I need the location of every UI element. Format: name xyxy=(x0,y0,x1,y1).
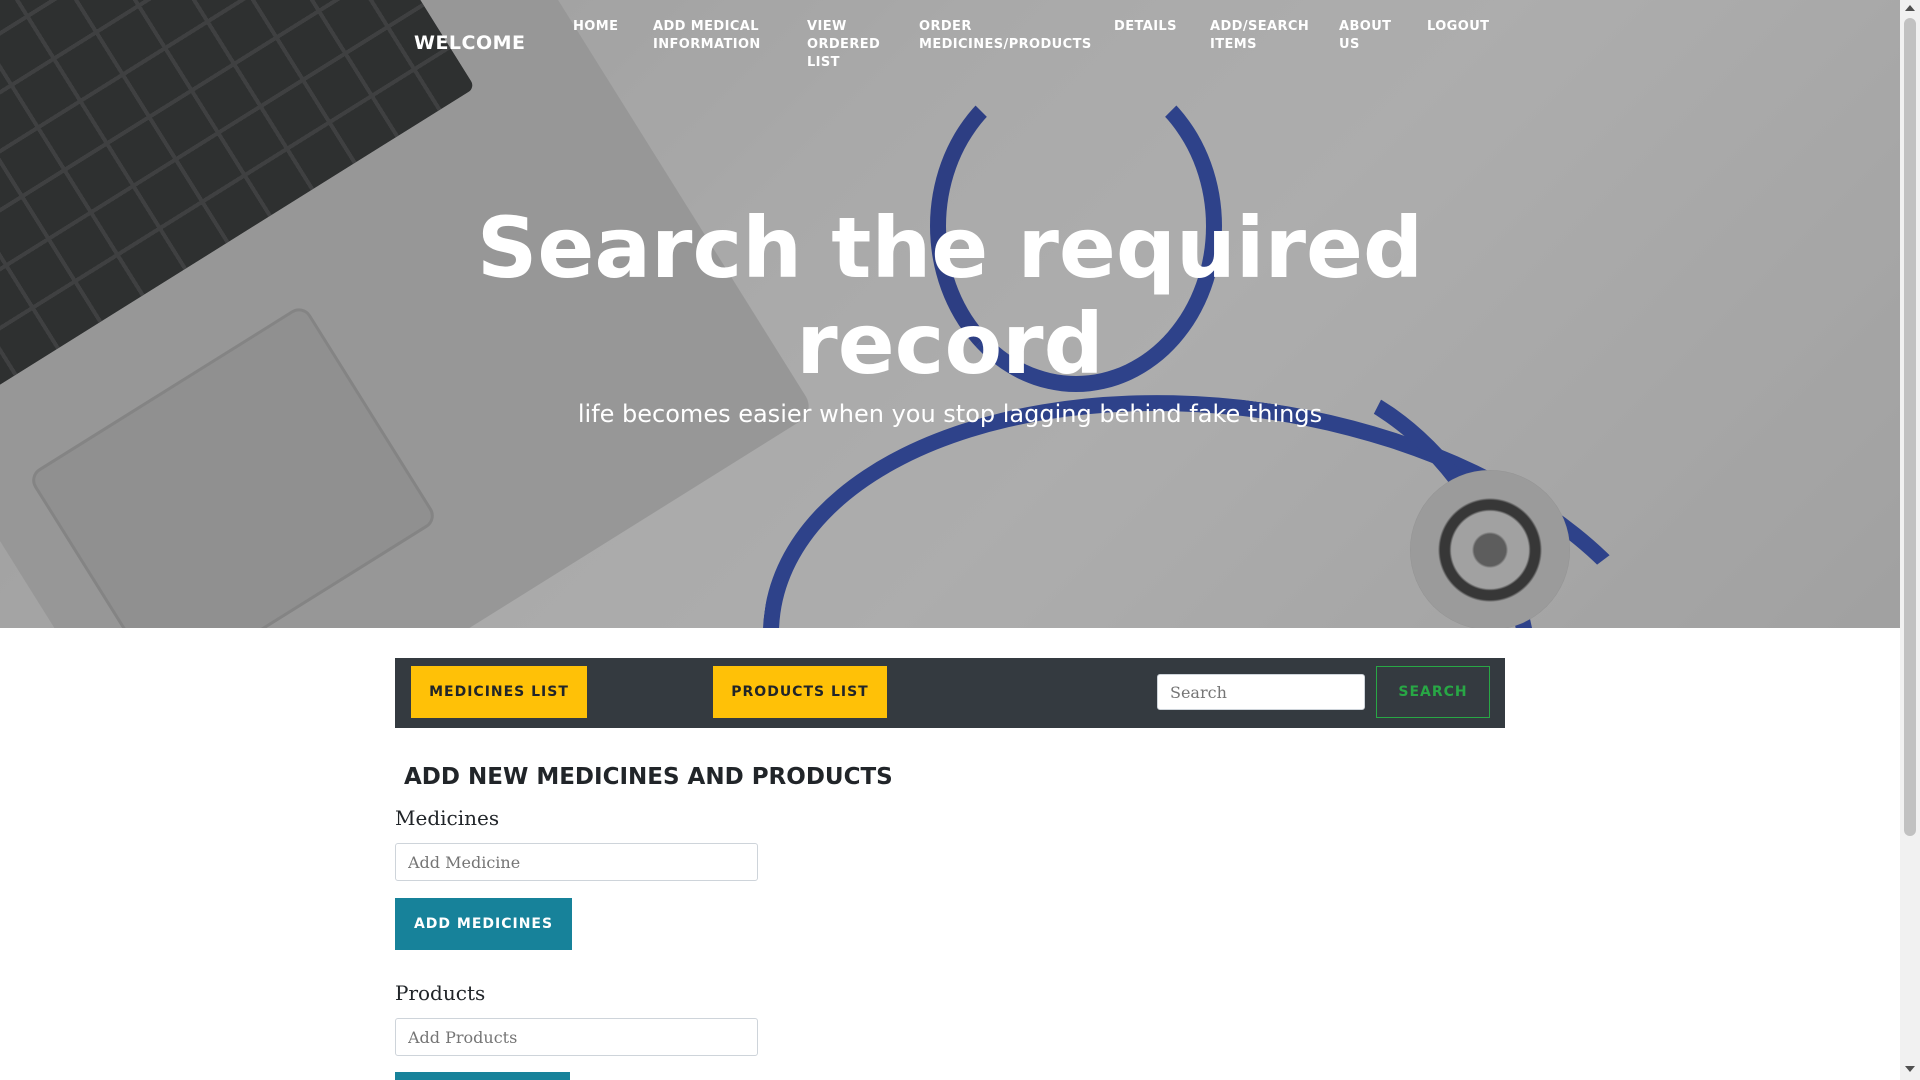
medicines-list-button[interactable]: MEDICINES LIST xyxy=(411,666,587,718)
medicines-label: Medicines xyxy=(395,806,500,830)
hero-subtitle: life becomes easier when you stop laggin… xyxy=(577,400,1323,428)
nav-view-ordered-list[interactable]: VIEW ORDERED LIST xyxy=(807,18,887,72)
products-list-button[interactable]: PRODUCTS LIST xyxy=(713,666,887,718)
add-products-button[interactable] xyxy=(395,1072,570,1080)
nav-logout[interactable]: LOGOUT xyxy=(1427,18,1507,36)
nav-order-medicines-products[interactable]: ORDER MEDICINES/PRODUCTS xyxy=(919,18,1091,54)
nav-add-search-items[interactable]: ADD/SEARCH ITEMS xyxy=(1210,18,1310,54)
nav-details[interactable]: DETAILS xyxy=(1114,18,1184,36)
scroll-down-icon[interactable] xyxy=(1905,1066,1915,1072)
hero-title: Search the required record xyxy=(476,199,1424,393)
add-products-input[interactable] xyxy=(395,1018,758,1056)
search-button[interactable]: SEARCH xyxy=(1376,666,1490,718)
vertical-scrollbar[interactable] xyxy=(1900,0,1920,1080)
products-label: Products xyxy=(395,981,486,1005)
scroll-thumb[interactable] xyxy=(1904,18,1916,836)
hero-banner: Search the required record life becomes … xyxy=(0,0,1900,628)
scroll-up-icon[interactable] xyxy=(1905,5,1915,11)
section-title: ADD NEW MEDICINES AND PRODUCTS xyxy=(404,764,893,790)
list-search-toolbar: MEDICINES LIST PRODUCTS LIST SEARCH xyxy=(395,658,1505,728)
nav-home[interactable]: HOME xyxy=(573,18,633,36)
add-medicine-input[interactable] xyxy=(395,843,758,881)
search-input[interactable] xyxy=(1157,674,1365,710)
nav-add-medical-information[interactable]: ADD MEDICAL INFORMATION xyxy=(653,18,773,54)
nav-about-us[interactable]: ABOUT US xyxy=(1339,18,1399,54)
add-medicines-button[interactable]: ADD MEDICINES xyxy=(395,898,572,950)
top-navbar: WELCOME HOME ADD MEDICAL INFORMATION VIE… xyxy=(0,0,1900,80)
brand-logo[interactable]: WELCOME xyxy=(414,32,526,54)
